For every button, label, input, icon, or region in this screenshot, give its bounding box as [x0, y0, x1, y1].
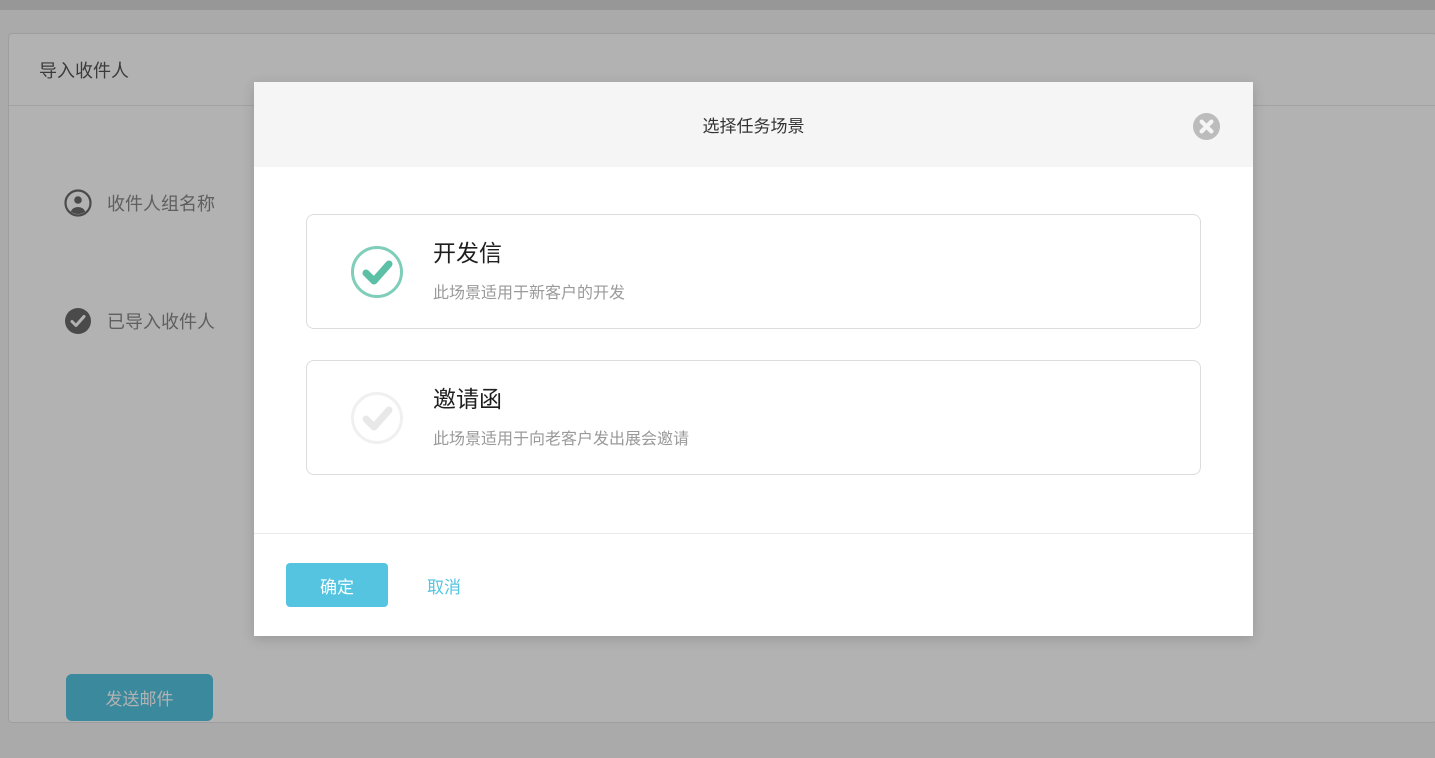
task-scene-dialog: 选择任务场景 开发信 此场景适用于新客户的开发	[254, 82, 1253, 636]
option-title: 开发信	[433, 240, 625, 268]
dialog-header: 选择任务场景	[254, 82, 1253, 167]
confirm-button[interactable]: 确定	[286, 563, 388, 607]
close-icon[interactable]	[1192, 112, 1221, 141]
option-text: 邀请函 此场景适用于向老客户发出展会邀请	[433, 386, 689, 450]
check-circle-unselected-icon	[351, 392, 403, 444]
option-title: 邀请函	[433, 386, 689, 414]
option-description: 此场景适用于新客户的开发	[433, 279, 625, 303]
option-description: 此场景适用于向老客户发出展会邀请	[433, 425, 689, 449]
option-text: 开发信 此场景适用于新客户的开发	[433, 240, 625, 304]
cancel-link[interactable]: 取消	[427, 573, 461, 598]
dialog-title: 选择任务场景	[703, 112, 805, 137]
option-development-letter[interactable]: 开发信 此场景适用于新客户的开发	[306, 214, 1201, 329]
option-invitation-letter[interactable]: 邀请函 此场景适用于向老客户发出展会邀请	[306, 360, 1201, 475]
check-circle-selected-icon	[351, 246, 403, 298]
dialog-body: 开发信 此场景适用于新客户的开发 邀请函 此场景适用于向老客户发出展会邀请	[254, 167, 1253, 533]
dialog-footer: 确定 取消	[254, 533, 1253, 636]
